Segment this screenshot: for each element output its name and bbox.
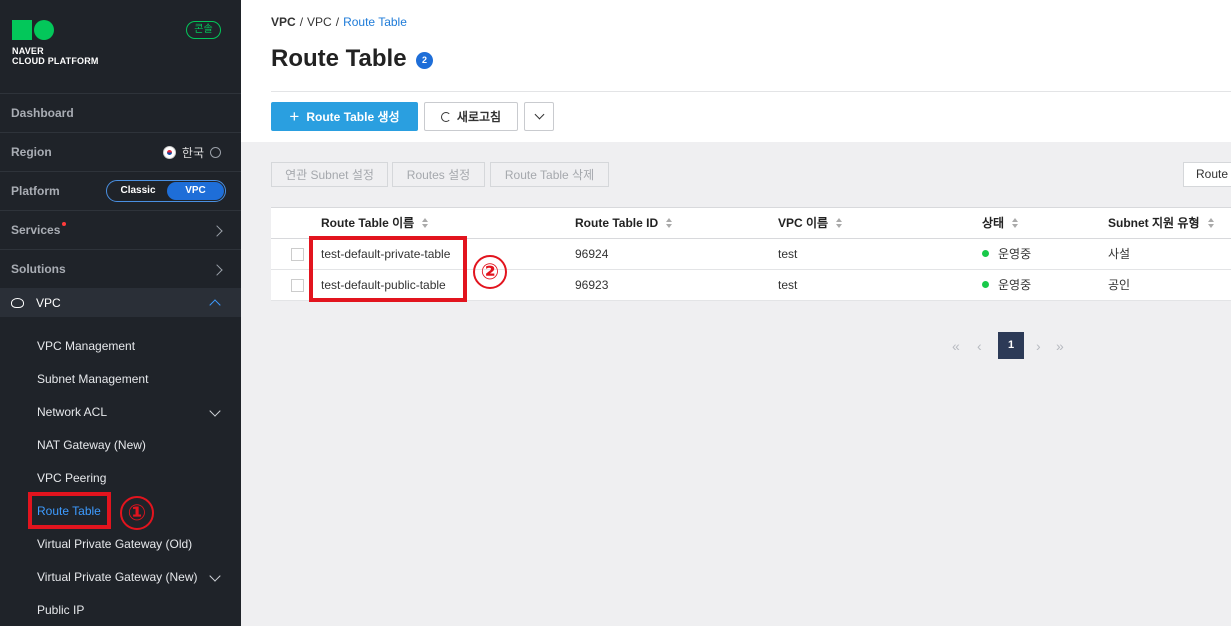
sidebar-item-vpg-new[interactable]: Virtual Private Gateway (New)	[37, 569, 198, 585]
sidebar: NAVER CLOUD PLATFORM 콘솔 Dashboard Region…	[0, 0, 241, 626]
nav-solutions[interactable]: Solutions	[0, 249, 241, 288]
cell-subnet-type: 사설	[1108, 247, 1131, 261]
sort-icon	[666, 218, 673, 228]
nav-vpc-label: VPC	[36, 295, 61, 310]
annotation-marker-1: ①	[120, 496, 154, 530]
cell-id: 96924	[575, 247, 609, 261]
breadcrumb-item[interactable]: VPC	[271, 15, 296, 29]
main-header: VPC / VPC / Route Table Route Table 2 + Ro…	[241, 0, 1231, 142]
nav-vpc[interactable]: VPC	[0, 288, 241, 317]
table-header: Route Table 이름 Route Table ID VPC 이름 상태 …	[271, 208, 1231, 239]
cell-vpc: test	[778, 278, 798, 292]
cell-subnet-type: 공인	[1108, 278, 1131, 292]
nav-dashboard[interactable]: Dashboard	[0, 93, 241, 132]
prev-page-icon[interactable]: ‹	[977, 338, 982, 354]
refresh-icon	[440, 111, 451, 122]
refresh-button-label: 새로고침	[456, 110, 502, 124]
nav-services-label: Services	[11, 223, 61, 237]
status-running-icon	[982, 281, 989, 289]
nav-region: Region 한국	[0, 132, 241, 171]
sidebar-item-vpc-peering[interactable]: VPC Peering	[37, 470, 106, 486]
platform-vpc-option[interactable]: VPC	[167, 182, 224, 200]
annotation-highlight-box	[309, 236, 467, 302]
delete-route-table-button[interactable]: Route Table 삭제	[490, 162, 609, 187]
chevron-right-icon	[211, 263, 223, 276]
filter-select[interactable]: Route Table 이름	[1183, 162, 1231, 187]
console-badge[interactable]: 콘솔	[186, 21, 221, 39]
sidebar-item-subnet-management[interactable]: Subnet Management	[37, 371, 148, 387]
chevron-down-icon[interactable]	[209, 570, 221, 582]
logo-mark-icon	[12, 20, 99, 40]
nav-solutions-label: Solutions	[11, 262, 66, 276]
first-page-icon[interactable]: «	[952, 338, 960, 354]
plus-icon: +	[289, 107, 300, 126]
count-badge: 2	[416, 52, 433, 69]
column-header-id[interactable]: Route Table ID	[575, 208, 673, 239]
sidebar-item-network-acl[interactable]: Network ACL	[37, 404, 107, 420]
cell-status: 운영중	[982, 239, 1031, 270]
naver-cloud-logo[interactable]: NAVER CLOUD PLATFORM	[12, 20, 99, 66]
row-checkbox[interactable]	[291, 279, 304, 292]
korea-flag-icon	[162, 146, 176, 159]
sort-icon	[422, 218, 429, 228]
sidebar-item-public-ip[interactable]: Public IP	[37, 602, 84, 618]
more-dropdown-button[interactable]	[524, 102, 554, 131]
sort-icon	[836, 218, 843, 228]
divider	[271, 91, 1231, 92]
cell-id: 96923	[575, 278, 609, 292]
subnet-association-button[interactable]: 연관 Subnet 설정	[271, 162, 388, 187]
chevron-right-icon	[211, 224, 223, 237]
vpc-cloud-icon	[11, 297, 24, 308]
sidebar-item-vpg-old[interactable]: Virtual Private Gateway (Old)	[37, 536, 192, 552]
platform-toggle[interactable]: Classic VPC	[106, 180, 226, 202]
logo-line1: NAVER	[12, 46, 44, 56]
routes-settings-button[interactable]: Routes 설정	[392, 162, 485, 187]
breadcrumb-item[interactable]: VPC	[307, 15, 332, 29]
region-value: 한국	[181, 146, 204, 160]
next-page-icon[interactable]: ›	[1036, 338, 1041, 354]
sidebar-item-vpc-management[interactable]: VPC Management	[37, 338, 135, 354]
column-header-vpc[interactable]: VPC 이름	[778, 208, 843, 239]
chevron-down-icon	[534, 109, 544, 120]
column-header-name[interactable]: Route Table 이름	[321, 208, 429, 239]
last-page-icon[interactable]: »	[1056, 338, 1064, 354]
cell-status: 운영중	[982, 270, 1031, 301]
breadcrumb: VPC / VPC / Route Table	[271, 15, 407, 29]
nav-dashboard-label: Dashboard	[11, 106, 74, 120]
nav-region-label: Region	[11, 145, 52, 159]
column-header-subnet-type[interactable]: Subnet 지원 유형	[1108, 208, 1215, 239]
logo-line2: CLOUD PLATFORM	[12, 56, 99, 66]
gear-icon[interactable]	[210, 147, 221, 158]
cell-vpc: test	[778, 247, 798, 261]
row-checkbox[interactable]	[291, 248, 304, 261]
chevron-up-icon	[209, 298, 221, 311]
platform-classic-option[interactable]: Classic	[109, 182, 167, 200]
sort-icon	[1207, 218, 1215, 228]
sidebar-item-nat-gateway[interactable]: NAT Gateway (New)	[37, 437, 146, 453]
sort-icon	[1012, 218, 1019, 228]
nav-services[interactable]: Services	[0, 210, 241, 249]
column-header-status[interactable]: 상태	[982, 208, 1019, 239]
nav-platform-label: Platform	[11, 184, 60, 198]
page-title: Route Table	[271, 45, 407, 72]
refresh-button[interactable]: 새로고침	[424, 102, 518, 131]
page-number-current[interactable]: 1	[998, 332, 1024, 359]
new-indicator-dot	[62, 222, 67, 226]
create-button-label: Route Table 생성	[306, 110, 400, 124]
chevron-down-icon[interactable]	[209, 405, 221, 417]
create-route-table-button[interactable]: + Route Table 생성	[271, 102, 418, 131]
breadcrumb-current[interactable]: Route Table	[343, 15, 407, 29]
annotation-highlight-box	[28, 492, 111, 529]
annotation-marker-2: ②	[473, 255, 507, 289]
status-running-icon	[982, 250, 989, 258]
region-selector[interactable]: 한국	[162, 133, 221, 172]
